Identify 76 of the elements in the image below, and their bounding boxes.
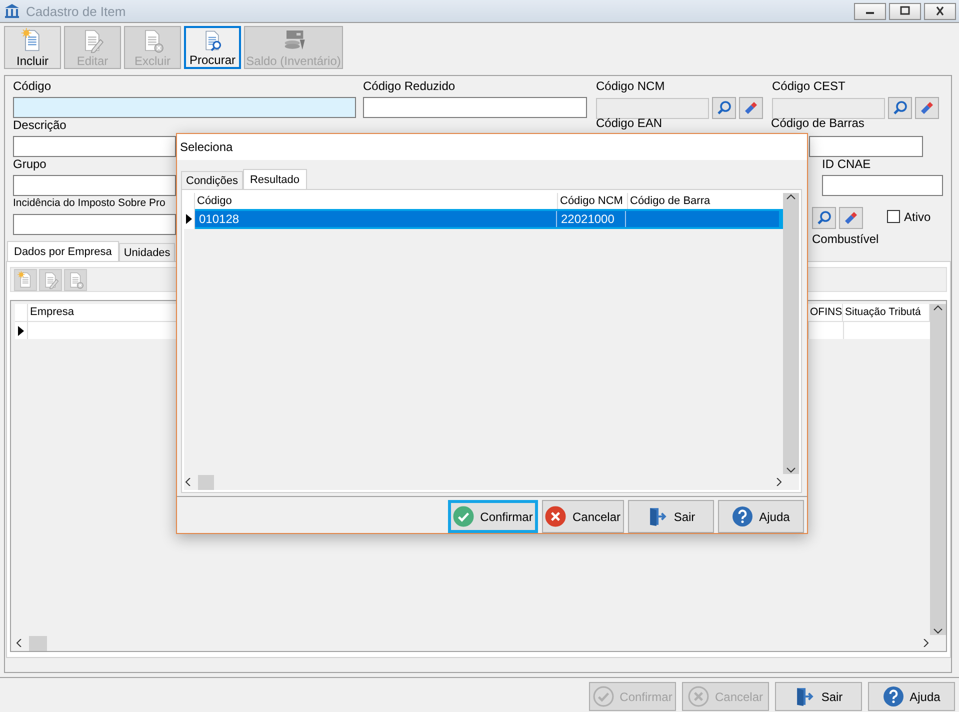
building-icon [4, 3, 20, 19]
tab[interactable]: Resultado [242, 169, 307, 189]
column-header: Código de Barra [629, 194, 712, 209]
restore-button[interactable] [889, 2, 921, 20]
field-label: Código Reduzido [363, 79, 456, 94]
restore-icon [899, 6, 911, 16]
help-icon [732, 506, 754, 527]
row-indicator-icon [18, 326, 24, 336]
field-label: Descrição [13, 118, 68, 133]
field-label: Incidência do Imposto Sobre Pro [13, 196, 166, 211]
row-indicator-icon [186, 214, 192, 224]
check-icon [592, 686, 614, 707]
toolbar-button[interactable] [64, 269, 87, 291]
dialog-title: Seleciona [177, 134, 807, 160]
input-field[interactable] [363, 97, 587, 118]
input-field[interactable] [13, 214, 176, 235]
eraser-icon [843, 210, 859, 226]
field-label: Combustível [812, 232, 880, 247]
close-icon [934, 6, 946, 16]
toolbar-button[interactable] [39, 269, 62, 291]
toolbar-button[interactable]: Incluir [4, 26, 61, 69]
field-label: Grupo [13, 157, 48, 172]
window-title: Cadastro de Item [26, 4, 127, 18]
close-button[interactable] [924, 2, 956, 20]
field-label: Código NCM [596, 79, 666, 94]
eraser-icon [919, 100, 935, 116]
scrollbar[interactable] [783, 193, 799, 474]
confirm-button[interactable]: Confirmar [448, 500, 538, 533]
check-icon [453, 506, 474, 527]
tab[interactable]: Unidades [118, 243, 176, 261]
tab[interactable]: Dados por Empresa [7, 241, 119, 261]
field-label: Código de Barras [771, 116, 866, 131]
help-button[interactable]: Ajuda [868, 682, 955, 711]
cancel-button[interactable]: Cancelar [542, 500, 624, 533]
search-icon [816, 210, 832, 226]
help-button[interactable]: Ajuda [718, 500, 804, 533]
search-button[interactable] [888, 97, 912, 119]
close-icon [688, 686, 709, 707]
search-button[interactable] [812, 207, 836, 229]
tab[interactable]: Condições [181, 171, 243, 189]
search-icon [892, 100, 908, 116]
eraser-button[interactable] [839, 207, 863, 229]
eraser-button[interactable] [915, 97, 939, 119]
checkbox[interactable] [887, 210, 900, 223]
exit-button[interactable]: Sair [628, 500, 714, 533]
scroll-up-icon[interactable] [933, 304, 943, 312]
close-icon [545, 506, 566, 527]
search-button[interactable] [712, 97, 736, 119]
table-cell: 22021000 [557, 211, 626, 227]
scroll-thumb[interactable] [29, 636, 47, 650]
toolbar-button[interactable] [14, 269, 37, 291]
input-field[interactable] [809, 136, 924, 157]
scroll-down-icon[interactable] [786, 466, 796, 474]
scroll-up-icon[interactable] [786, 193, 796, 201]
field-label: Código EAN [596, 116, 662, 131]
toolbar-button[interactable]: Procurar [184, 26, 241, 69]
input-field[interactable] [822, 175, 943, 196]
input-field[interactable] [13, 97, 356, 118]
scroll-down-icon[interactable] [933, 627, 943, 635]
scrollbar[interactable] [930, 304, 946, 635]
help-icon [882, 686, 904, 707]
input-field[interactable] [13, 175, 176, 196]
field-label: Código [13, 79, 52, 94]
eraser-button[interactable] [739, 97, 763, 119]
exit-button[interactable]: Sair [775, 682, 862, 711]
search-icon [716, 100, 732, 116]
table-row[interactable]: 010128 22021000 [184, 209, 783, 229]
eraser-icon [743, 100, 759, 116]
input-field[interactable] [13, 136, 176, 157]
field-label: ID CNAE [822, 157, 872, 172]
scroll-thumb[interactable] [198, 474, 214, 490]
door-exit-icon [794, 686, 816, 707]
table-cell: 010128 [195, 211, 557, 227]
checkbox-label: Ativo [904, 210, 931, 224]
minimize-button[interactable] [854, 2, 886, 20]
field-label: Código CEST [772, 79, 846, 94]
